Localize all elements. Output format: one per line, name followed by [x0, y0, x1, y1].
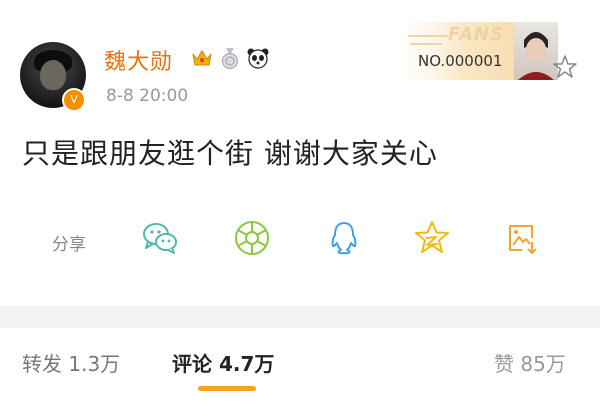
weibo-post-card: V 魏大勋 8-8 20:00 FANS NO.000001 只是跟朋友逛个街 … — [0, 0, 600, 306]
qzone-icon[interactable] — [412, 218, 452, 258]
fans-number: NO.000001 — [418, 52, 503, 70]
fans-label: FANS — [448, 24, 504, 45]
tab-comment[interactable]: 评论 4.7万 — [172, 348, 274, 377]
post-text: 只是跟朋友逛个街 谢谢大家关心 — [22, 137, 438, 170]
medal-badge-icon[interactable] — [218, 46, 242, 70]
wechat-icon[interactable] — [140, 218, 180, 258]
username[interactable]: 魏大勋 — [104, 44, 173, 76]
star-outline-icon[interactable] — [552, 54, 578, 80]
tab-likes[interactable]: 赞 85万 — [494, 348, 566, 377]
panda-badge-icon[interactable] — [246, 46, 270, 70]
moments-icon[interactable] — [232, 218, 272, 258]
save-image-icon[interactable] — [502, 218, 542, 258]
section-divider — [0, 306, 600, 328]
qq-icon[interactable] — [324, 218, 364, 258]
share-label: 分享 — [52, 235, 86, 255]
tab-repost[interactable]: 转发 1.3万 — [22, 348, 120, 377]
crown-badge-icon[interactable] — [190, 46, 214, 70]
post-timestamp: 8-8 20:00 — [106, 86, 189, 106]
fans-card[interactable]: FANS NO.000001 — [408, 22, 558, 82]
verified-badge-icon: V — [62, 88, 86, 112]
avatar-face — [40, 60, 66, 90]
active-tab-indicator — [198, 386, 256, 391]
